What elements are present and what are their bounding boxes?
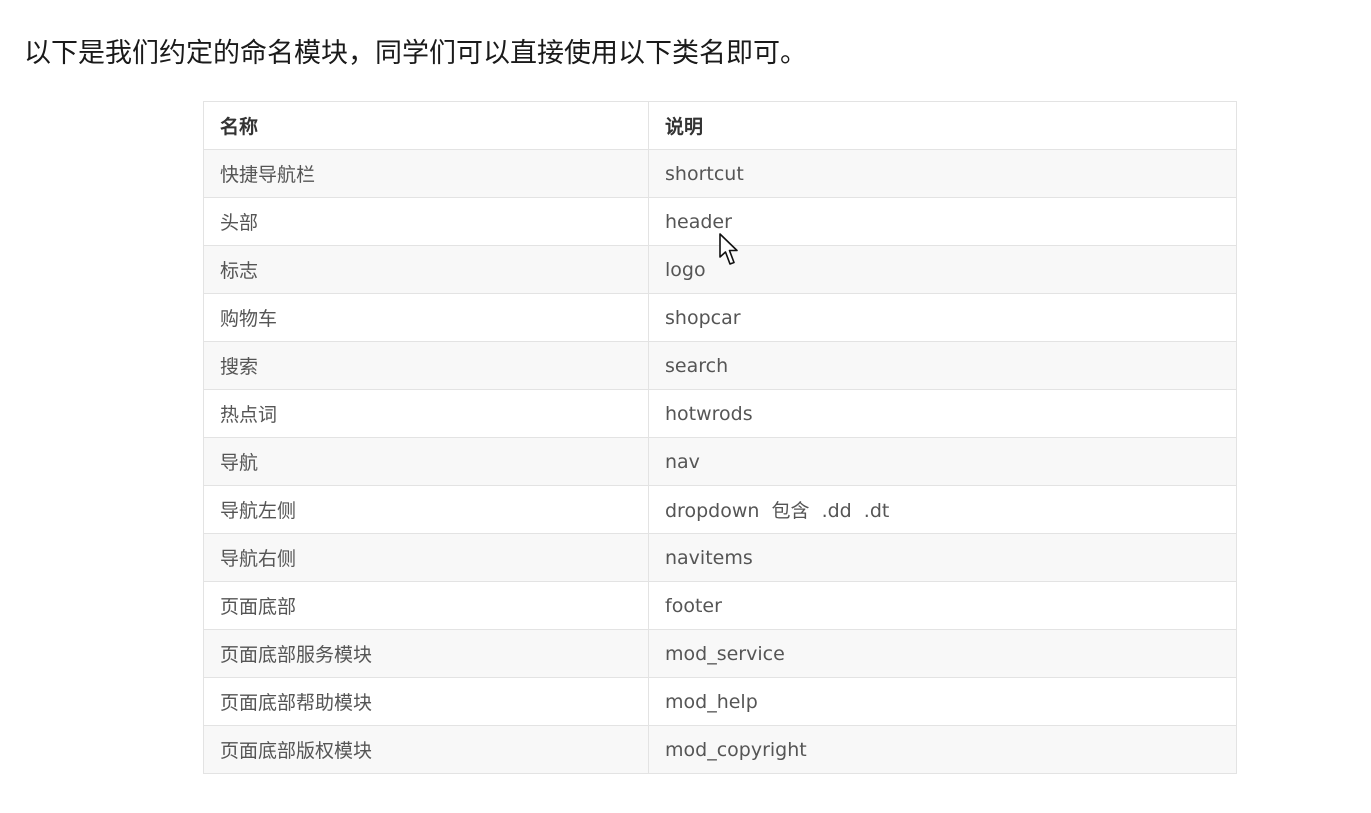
- cell-name: 搜索: [203, 341, 649, 390]
- table-row: 导航左侧 dropdown 包含 .dd .dt: [203, 485, 1237, 534]
- cell-name: 快捷导航栏: [203, 149, 649, 198]
- cell-class: shopcar: [648, 293, 1237, 342]
- table-row: 导航右侧 navitems: [203, 533, 1237, 582]
- table-row: 搜索 search: [203, 341, 1237, 390]
- cell-name: 页面底部服务模块: [203, 629, 649, 678]
- table-row: 快捷导航栏 shortcut: [203, 149, 1237, 198]
- cell-name: 导航右侧: [203, 533, 649, 582]
- cell-class: search: [648, 341, 1237, 390]
- cell-name: 导航左侧: [203, 485, 649, 534]
- table-row: 购物车 shopcar: [203, 293, 1237, 342]
- naming-table: 名称 说明 快捷导航栏 shortcut 头部 header 标志 logo 购…: [203, 101, 1237, 774]
- arrow-pointer-icon: [719, 233, 738, 265]
- cell-name: 热点词: [203, 389, 649, 438]
- table-header-row: 名称 说明: [203, 101, 1237, 150]
- table-row: 页面底部 footer: [203, 581, 1237, 630]
- intro-text: 以下是我们约定的命名模块，同学们可以直接使用以下类名即可。: [24, 38, 807, 69]
- cell-name: 头部: [203, 197, 649, 246]
- cell-class: shortcut: [648, 149, 1237, 198]
- cell-name: 页面底部: [203, 581, 649, 630]
- cell-class: mod_help: [648, 677, 1237, 726]
- cell-class: mod_copyright: [648, 725, 1237, 774]
- table-row: 导航 nav: [203, 437, 1237, 486]
- column-header-description: 说明: [648, 101, 1237, 150]
- cell-class: dropdown 包含 .dd .dt: [648, 485, 1237, 534]
- cell-name: 购物车: [203, 293, 649, 342]
- cell-name: 页面底部版权模块: [203, 725, 649, 774]
- cell-class: nav: [648, 437, 1237, 486]
- cell-class: mod_service: [648, 629, 1237, 678]
- cell-name: 导航: [203, 437, 649, 486]
- cell-class: navitems: [648, 533, 1237, 582]
- table-row: 页面底部版权模块 mod_copyright: [203, 725, 1237, 774]
- cell-name: 标志: [203, 245, 649, 294]
- cell-class: hotwrods: [648, 389, 1237, 438]
- cell-class: footer: [648, 581, 1237, 630]
- cell-name: 页面底部帮助模块: [203, 677, 649, 726]
- table-row: 页面底部帮助模块 mod_help: [203, 677, 1237, 726]
- table-row: 热点词 hotwrods: [203, 389, 1237, 438]
- table-row: 页面底部服务模块 mod_service: [203, 629, 1237, 678]
- column-header-name: 名称: [203, 101, 649, 150]
